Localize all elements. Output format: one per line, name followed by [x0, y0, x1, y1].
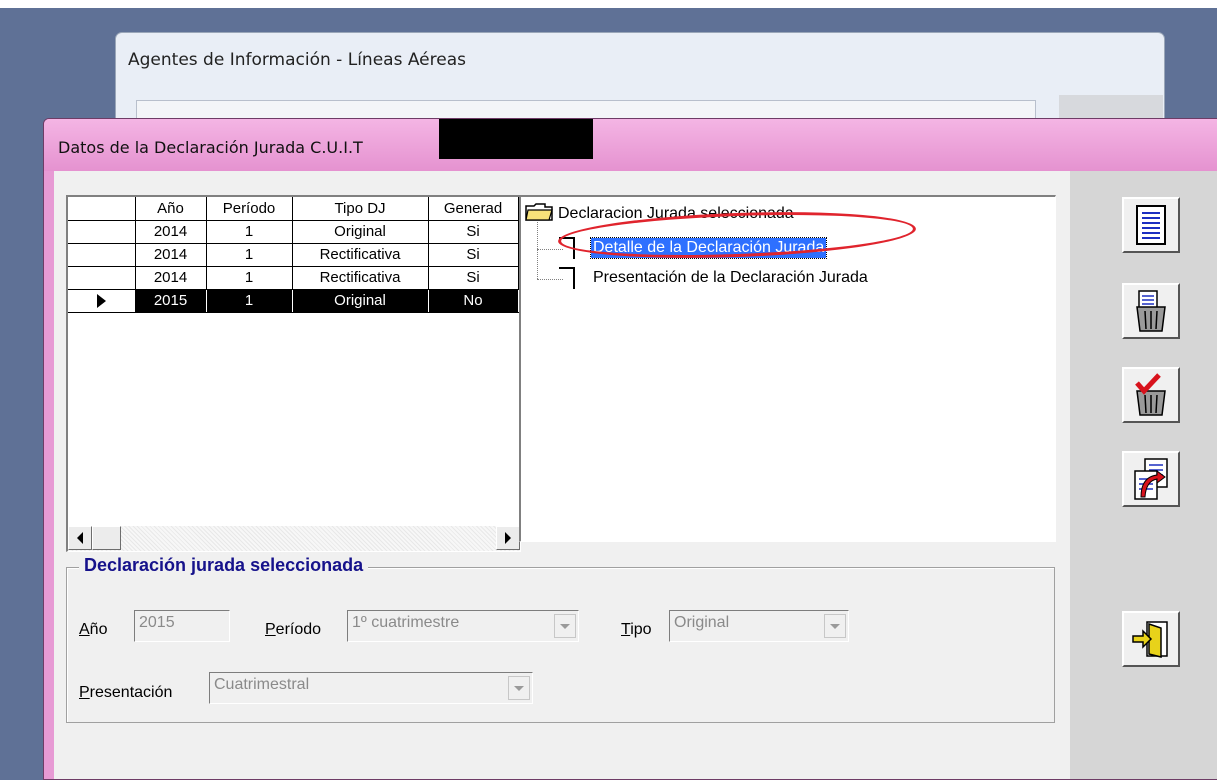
periodo-label: Período [265, 621, 322, 638]
grid-header-tipo[interactable]: Tipo DJ [292, 197, 429, 221]
document-list-icon [1136, 205, 1166, 245]
arrow-right-icon [505, 532, 511, 544]
scroll-thumb[interactable] [92, 526, 121, 550]
trash-icon [1136, 290, 1166, 332]
row-header[interactable] [68, 220, 136, 244]
exit-button[interactable] [1122, 611, 1180, 667]
cell-tipo[interactable]: Rectificativa [292, 266, 429, 290]
periodo-combobox[interactable]: 1º cuatrimestre [347, 610, 579, 642]
cell-tipo[interactable]: Rectificativa [292, 243, 429, 267]
cell-periodo[interactable]: 1 [206, 289, 293, 313]
toolbar-panel [1070, 171, 1217, 779]
present-button[interactable] [1122, 451, 1180, 507]
detail-button[interactable] [1122, 197, 1180, 253]
scroll-left-button[interactable] [68, 526, 92, 550]
cell-periodo[interactable]: 1 [206, 266, 293, 290]
anio-field[interactable]: 2015 [134, 610, 230, 642]
grid-header-generada[interactable]: Generad [428, 197, 519, 221]
cell-anio[interactable]: 2015 [135, 289, 207, 313]
presentacion-combobox[interactable]: Cuatrimestral [209, 672, 533, 704]
cell-anio[interactable]: 2014 [135, 220, 207, 244]
scroll-right-button[interactable] [496, 526, 520, 550]
chevron-down-icon [514, 685, 524, 691]
cell-generada[interactable]: No [428, 289, 519, 313]
delete-confirm-button[interactable] [1122, 367, 1180, 423]
dialog-title: Datos de la Declaración Jurada C.U.I.T [58, 138, 363, 157]
declaracion-tree[interactable]: Declaracion Jurada seleccionada Detalle … [519, 195, 1056, 542]
grid-table: Año Período Tipo DJ Generad 2014 1 Origi… [68, 197, 519, 313]
periodo-dropdown-button[interactable] [554, 614, 576, 638]
periodo-value: 1º cuatrimestre [352, 614, 460, 631]
grid-header-periodo[interactable]: Período [206, 197, 293, 221]
group-title: Declaración jurada seleccionada [79, 555, 369, 576]
grid-header-anio[interactable]: Año [135, 197, 207, 221]
cell-tipo[interactable]: Original [292, 289, 429, 313]
presentacion-label: Presentación [79, 684, 173, 701]
current-row-arrow-icon [96, 293, 106, 308]
dialog-client-area: Año Período Tipo DJ Generad 2014 1 Origi… [54, 171, 1217, 779]
background-window-title: Agentes de Información - Líneas Aéreas [128, 50, 466, 70]
table-row[interactable]: 2014 1 Rectificativa Si [68, 266, 519, 290]
presentacion-value: Cuatrimestral [214, 676, 310, 693]
table-row-selected[interactable]: 2015 1 Original No [68, 289, 519, 313]
dialog-title-bar[interactable]: Datos de la Declaración Jurada C.U.I.T [44, 119, 1217, 171]
declaraciones-grid[interactable]: Año Período Tipo DJ Generad 2014 1 Origi… [66, 195, 521, 552]
cell-periodo[interactable]: 1 [206, 220, 293, 244]
cell-anio[interactable]: 2014 [135, 243, 207, 267]
redacted-cuit [439, 119, 593, 159]
cell-generada[interactable]: Si [428, 266, 519, 290]
cell-generada[interactable]: Si [428, 220, 519, 244]
grid-horizontal-scrollbar[interactable] [68, 526, 520, 551]
cell-tipo[interactable]: Original [292, 220, 429, 244]
export-document-icon [1134, 458, 1168, 500]
desktop-strip [0, 0, 1217, 8]
tipo-dropdown-button[interactable] [824, 614, 846, 638]
tree-item-presentacion[interactable]: Presentación de la Declaración Jurada [593, 269, 868, 287]
cell-generada[interactable]: Si [428, 243, 519, 267]
anio-label: Año [79, 621, 108, 638]
table-row[interactable]: 2014 1 Rectificativa Si [68, 243, 519, 267]
tipo-label: Tipo [621, 621, 652, 638]
tree-line [537, 222, 538, 279]
presentacion-dropdown-button[interactable] [508, 676, 530, 700]
declaracion-dialog[interactable]: Datos de la Declaración Jurada C.U.I.T A… [43, 118, 1217, 780]
grid-header-row: Año Período Tipo DJ Generad [68, 197, 519, 221]
row-header-current[interactable] [68, 289, 136, 313]
cell-anio[interactable]: 2014 [135, 266, 207, 290]
chevron-down-icon [830, 623, 840, 629]
selected-declaration-group: Declaración jurada seleccionada Año 2015… [66, 555, 1055, 723]
trash-check-icon [1135, 373, 1166, 416]
grid-corner [68, 197, 136, 221]
chevron-down-icon [560, 623, 570, 629]
exit-door-icon [1132, 621, 1168, 658]
folder-icon [525, 203, 553, 221]
table-row[interactable]: 2014 1 Original Si [68, 220, 519, 244]
row-header[interactable] [68, 266, 136, 290]
delete-button[interactable] [1122, 283, 1180, 339]
document-icon [559, 267, 575, 289]
arrow-left-icon [77, 532, 83, 544]
tipo-value: Original [674, 614, 730, 631]
tipo-combobox[interactable]: Original [669, 610, 849, 642]
cell-periodo[interactable]: 1 [206, 243, 293, 267]
row-header[interactable] [68, 243, 136, 267]
